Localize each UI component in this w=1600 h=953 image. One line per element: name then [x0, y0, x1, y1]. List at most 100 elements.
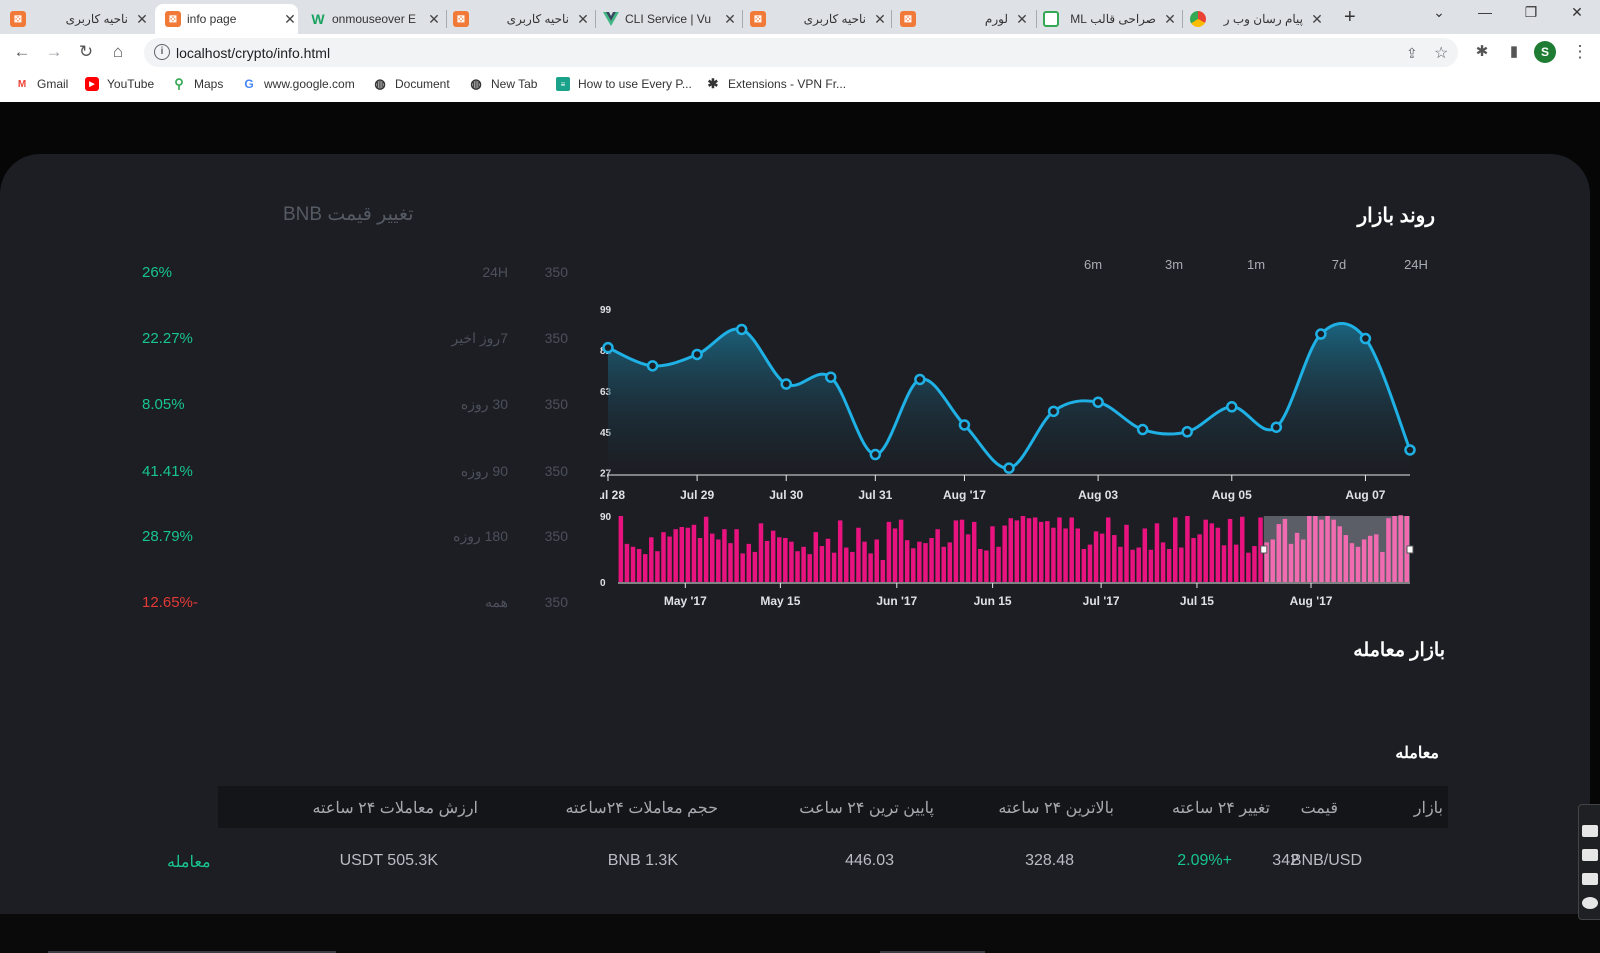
data-point [1359, 332, 1372, 345]
bookmark-item[interactable]: ▶ YouTube [85, 77, 154, 91]
close-icon[interactable]: ✕ [134, 11, 150, 28]
browser-tab[interactable]: ⊠ ناحیه کاربری ✕ [453, 4, 591, 34]
site-info-icon[interactable]: i [154, 44, 170, 60]
volume-bar [959, 519, 965, 582]
period-label: 180 روزه [453, 528, 508, 544]
x-tick-label: May '17 [664, 594, 707, 608]
range-24h-button[interactable]: 24H [1393, 257, 1439, 272]
volume-bar [691, 524, 697, 582]
volume-bar [1307, 516, 1312, 582]
restore-icon[interactable]: ❐ [1516, 4, 1546, 21]
close-icon[interactable]: ✕ [282, 11, 298, 28]
volume-bar [746, 543, 752, 582]
period-label: همه [485, 594, 508, 610]
url-text[interactable]: localhost/crypto/info.html [176, 45, 330, 61]
volume-bar [935, 529, 940, 582]
volume-bar [777, 537, 782, 582]
range-1m-button[interactable]: 1m [1233, 257, 1279, 272]
bookmark-label: Maps [194, 77, 224, 91]
close-icon[interactable]: ✕ [1309, 11, 1325, 28]
x-tick-label: Aug 07 [1345, 488, 1385, 502]
settings-gear-icon[interactable] [1582, 897, 1598, 909]
browser-tab[interactable]: W onmouseover E ✕ [310, 4, 442, 34]
price-trend-chart[interactable]: 2745638199Jul 28Jul 29Jul 30Jul 31Aug '1… [600, 294, 1450, 509]
volume-bar [929, 538, 934, 582]
bookmark-item[interactable]: ≡ How to use Every P... [556, 77, 692, 91]
x-tick-label: Jul 29 [680, 488, 714, 502]
price-change-title: تغییر قیمت BNB [283, 204, 414, 225]
close-icon[interactable]: ✕ [1014, 11, 1030, 28]
bookmark-item[interactable]: G www.google.com [242, 77, 354, 91]
bookmark-item[interactable]: ⚲ Maps [172, 76, 224, 91]
close-icon[interactable]: ✕ [575, 11, 591, 28]
window-icon[interactable] [1582, 873, 1598, 885]
data-point [1003, 462, 1015, 474]
back-icon[interactable]: ← [10, 42, 34, 62]
profile-avatar[interactable]: S [1534, 41, 1556, 63]
volume-bar [770, 530, 776, 582]
volume-bar [1233, 544, 1239, 582]
floating-toolbar[interactable] [1578, 804, 1600, 920]
market-trend-title: روند بازار [1357, 205, 1435, 227]
bookmark-star-icon[interactable]: ☆ [1434, 43, 1448, 63]
reload-icon[interactable]: ↻ [74, 42, 98, 62]
volume-bar [1349, 543, 1355, 582]
bookmark-label: Document [395, 77, 450, 91]
x-tick-label: Aug 03 [1078, 488, 1118, 502]
gmail-icon: M [17, 78, 27, 90]
browser-tab[interactable]: پیام رسان وب ر ✕ [1190, 4, 1325, 34]
browser-tab[interactable]: ⊠ لورم ✕ [900, 4, 1030, 34]
bookmark-item[interactable]: M Gmail [15, 77, 69, 91]
side-panel-icon[interactable]: ▮ [1502, 42, 1526, 60]
browser-tab[interactable]: ⊠ ناحیه کاربری ✕ [750, 4, 888, 34]
range-3m-button[interactable]: 3m [1151, 257, 1197, 272]
tab-title: info page [187, 12, 237, 26]
home-icon[interactable]: ⌂ [106, 42, 130, 62]
browser-tab[interactable]: CLI Service | Vu ✕ [603, 4, 738, 34]
menu-kebab-icon[interactable]: ⋮ [1568, 42, 1592, 62]
xampp-icon: ⊠ [900, 11, 916, 27]
bookmark-item[interactable]: ◍ New Tab [469, 76, 537, 91]
close-icon[interactable]: ✕ [1162, 11, 1178, 28]
cell-low: 446.03 [845, 852, 894, 869]
volume-bar [667, 536, 672, 582]
trade-market-title: بازار معامله [1353, 640, 1445, 661]
volume-bar [642, 554, 648, 582]
column-header-change: تغییر ۲۴ ساعته [1172, 800, 1270, 817]
range-7d-button[interactable]: 7d [1316, 257, 1362, 272]
close-icon[interactable]: ✕ [722, 11, 738, 28]
address-bar[interactable]: i localhost/crypto/info.html ⇪ ☆ [144, 38, 1458, 67]
tab-separator [595, 10, 596, 28]
trade-link[interactable]: معامله [167, 852, 211, 872]
bookmark-item[interactable]: ✱ Extensions - VPN Fr... [706, 76, 847, 91]
close-icon[interactable]: ✕ [426, 11, 442, 28]
tab-search-icon[interactable]: ⌄ [1424, 4, 1454, 21]
volume-bar [697, 538, 703, 582]
range-6m-button[interactable]: 6m [1070, 257, 1116, 272]
browser-tab[interactable]: صراحی قالب ML ✕ [1043, 4, 1178, 34]
extensions-icon[interactable]: ✱ [1470, 42, 1494, 60]
volume-bar [1386, 518, 1391, 582]
volume-bar [795, 551, 800, 582]
tab-title: لورم [984, 12, 1008, 26]
new-tab-icon[interactable]: + [1344, 6, 1356, 29]
share-icon[interactable]: ⇪ [1406, 45, 1418, 62]
close-icon[interactable]: ✕ [872, 11, 888, 28]
browser-tab-active[interactable]: ⊠ info page ✕ [155, 4, 298, 34]
browser-tab[interactable]: ⊠ ناحیه کاربری ✕ [10, 4, 150, 34]
bookmark-item[interactable]: ◍ Document [373, 76, 450, 91]
video-icon[interactable] [1582, 849, 1598, 861]
data-point [958, 419, 971, 431]
volume-bar [1276, 524, 1282, 582]
bookmark-label: Gmail [37, 77, 69, 91]
trade-subtitle: معامله [1395, 745, 1439, 762]
camera-icon[interactable] [1582, 825, 1598, 837]
change-percent: 26% [142, 264, 173, 281]
volume-navigator-chart[interactable]: 0 90 May '17 May 15 Jun '17 Jun 15 Jul '17 Jul … [600, 506, 1450, 616]
minimize-icon[interactable]: — [1470, 4, 1500, 20]
forward-icon[interactable]: → [42, 42, 66, 62]
volume-bar [734, 529, 739, 582]
volume-bar [892, 528, 898, 582]
window-close-icon[interactable]: ✕ [1562, 4, 1592, 21]
volume-bar [1099, 533, 1105, 582]
